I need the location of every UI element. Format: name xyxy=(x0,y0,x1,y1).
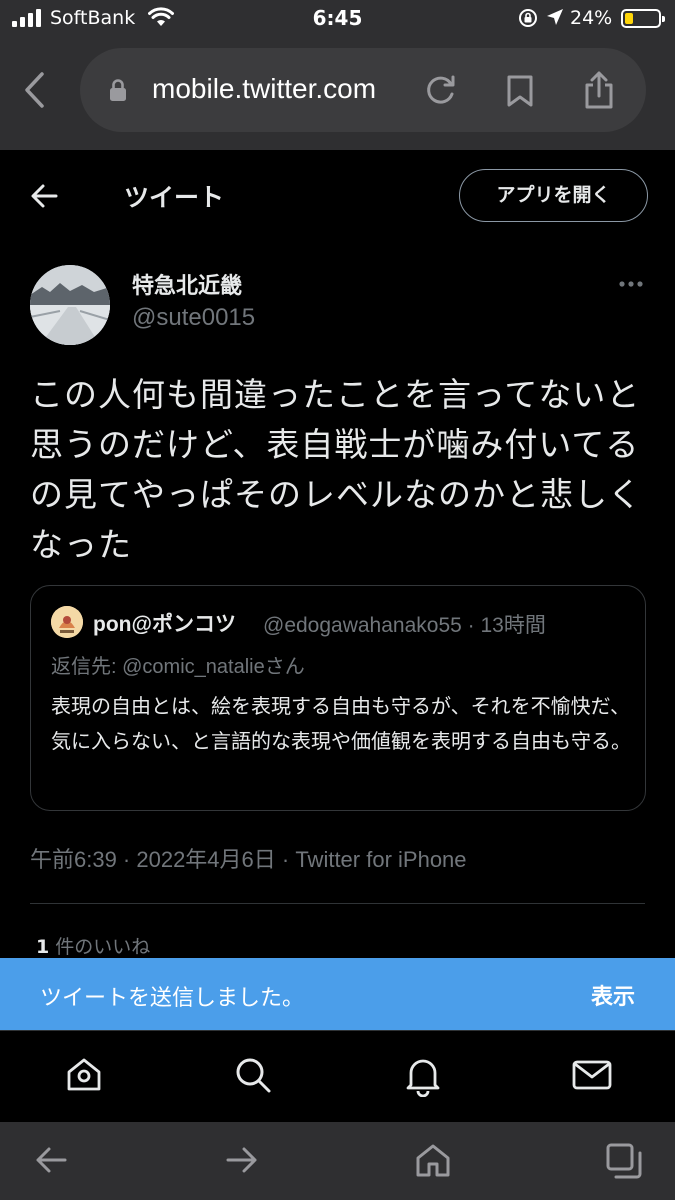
quote-avatar xyxy=(51,606,83,638)
tweet-text: この人何も間違ったことを言ってないと思うのだけど、表自戦士が噛み付いてるの見てや… xyxy=(30,375,642,564)
back-arrow-icon[interactable] xyxy=(30,182,60,210)
url-text[interactable]: mobile.twitter.com xyxy=(152,73,376,105)
bottom-navigation xyxy=(0,1030,675,1122)
location-icon xyxy=(547,9,563,25)
lock-icon xyxy=(110,79,126,101)
divider xyxy=(30,903,645,904)
bookmark-icon[interactable] xyxy=(506,74,534,108)
toast-message: ツイートを送信しました。 xyxy=(40,986,305,1011)
quote-author-name: pon@ポンコツ xyxy=(93,613,236,636)
likes-label: 件のいいね xyxy=(49,936,151,958)
likes-count[interactable]: 1 件のいいね xyxy=(36,932,150,959)
orientation-lock-icon xyxy=(519,9,537,27)
browser-top-chrome: SoftBank 6:45 24% mobile.twitter.com xyxy=(0,0,675,150)
quoted-tweet[interactable]: pon@ポンコツ @edogawahanako55 · 13時間 返信先: @c… xyxy=(30,585,646,811)
address-bar[interactable]: mobile.twitter.com xyxy=(80,48,646,132)
quote-text: 表現の自由とは、絵を表現する自由も守るが、それを不愉快だ、気に入らない、と言語的… xyxy=(51,694,631,753)
likes-number: 1 xyxy=(36,936,50,958)
messages-icon[interactable] xyxy=(571,1055,613,1095)
toast-view-button[interactable]: 表示 xyxy=(591,979,635,1011)
tabs-icon[interactable] xyxy=(605,1142,643,1180)
status-bar: SoftBank 6:45 24% xyxy=(0,0,675,40)
page-title: ツイート xyxy=(124,183,225,212)
more-options-icon[interactable] xyxy=(618,280,644,288)
forward-arrow-icon[interactable] xyxy=(224,1142,260,1178)
author-name[interactable]: 特急北近畿 xyxy=(132,268,242,300)
snow-landscape-image xyxy=(30,265,110,345)
battery-percent: 24% xyxy=(570,7,613,29)
reply-mention[interactable]: @comic_natalie xyxy=(122,656,265,678)
author-handle[interactable]: @sute0015 xyxy=(132,304,255,332)
back-arrow-icon[interactable] xyxy=(33,1142,69,1178)
reply-prefix: 返信先: xyxy=(51,656,123,678)
home-icon[interactable] xyxy=(415,1142,451,1178)
open-app-button[interactable]: アプリを開く xyxy=(459,169,648,222)
browser-toolbar xyxy=(0,1122,675,1200)
tweet-timestamp[interactable]: 午前6:39 · 2022年4月6日 · Twitter for iPhone xyxy=(30,842,467,874)
quote-author-handle: @edogawahanako55 · 13時間 xyxy=(263,614,546,637)
search-icon[interactable] xyxy=(233,1055,273,1095)
reply-suffix: さん xyxy=(264,656,305,678)
toast-notification: ツイートを送信しました。 表示 xyxy=(0,958,675,1030)
share-icon[interactable] xyxy=(582,70,616,110)
reload-icon[interactable] xyxy=(424,74,458,106)
avatar[interactable] xyxy=(30,265,110,345)
battery-icon xyxy=(621,9,665,28)
browser-back-icon[interactable] xyxy=(22,70,46,110)
notifications-icon[interactable] xyxy=(403,1055,443,1097)
quote-reply-to: 返信先: @comic_natalieさん xyxy=(51,650,305,679)
home-icon[interactable] xyxy=(64,1055,104,1095)
